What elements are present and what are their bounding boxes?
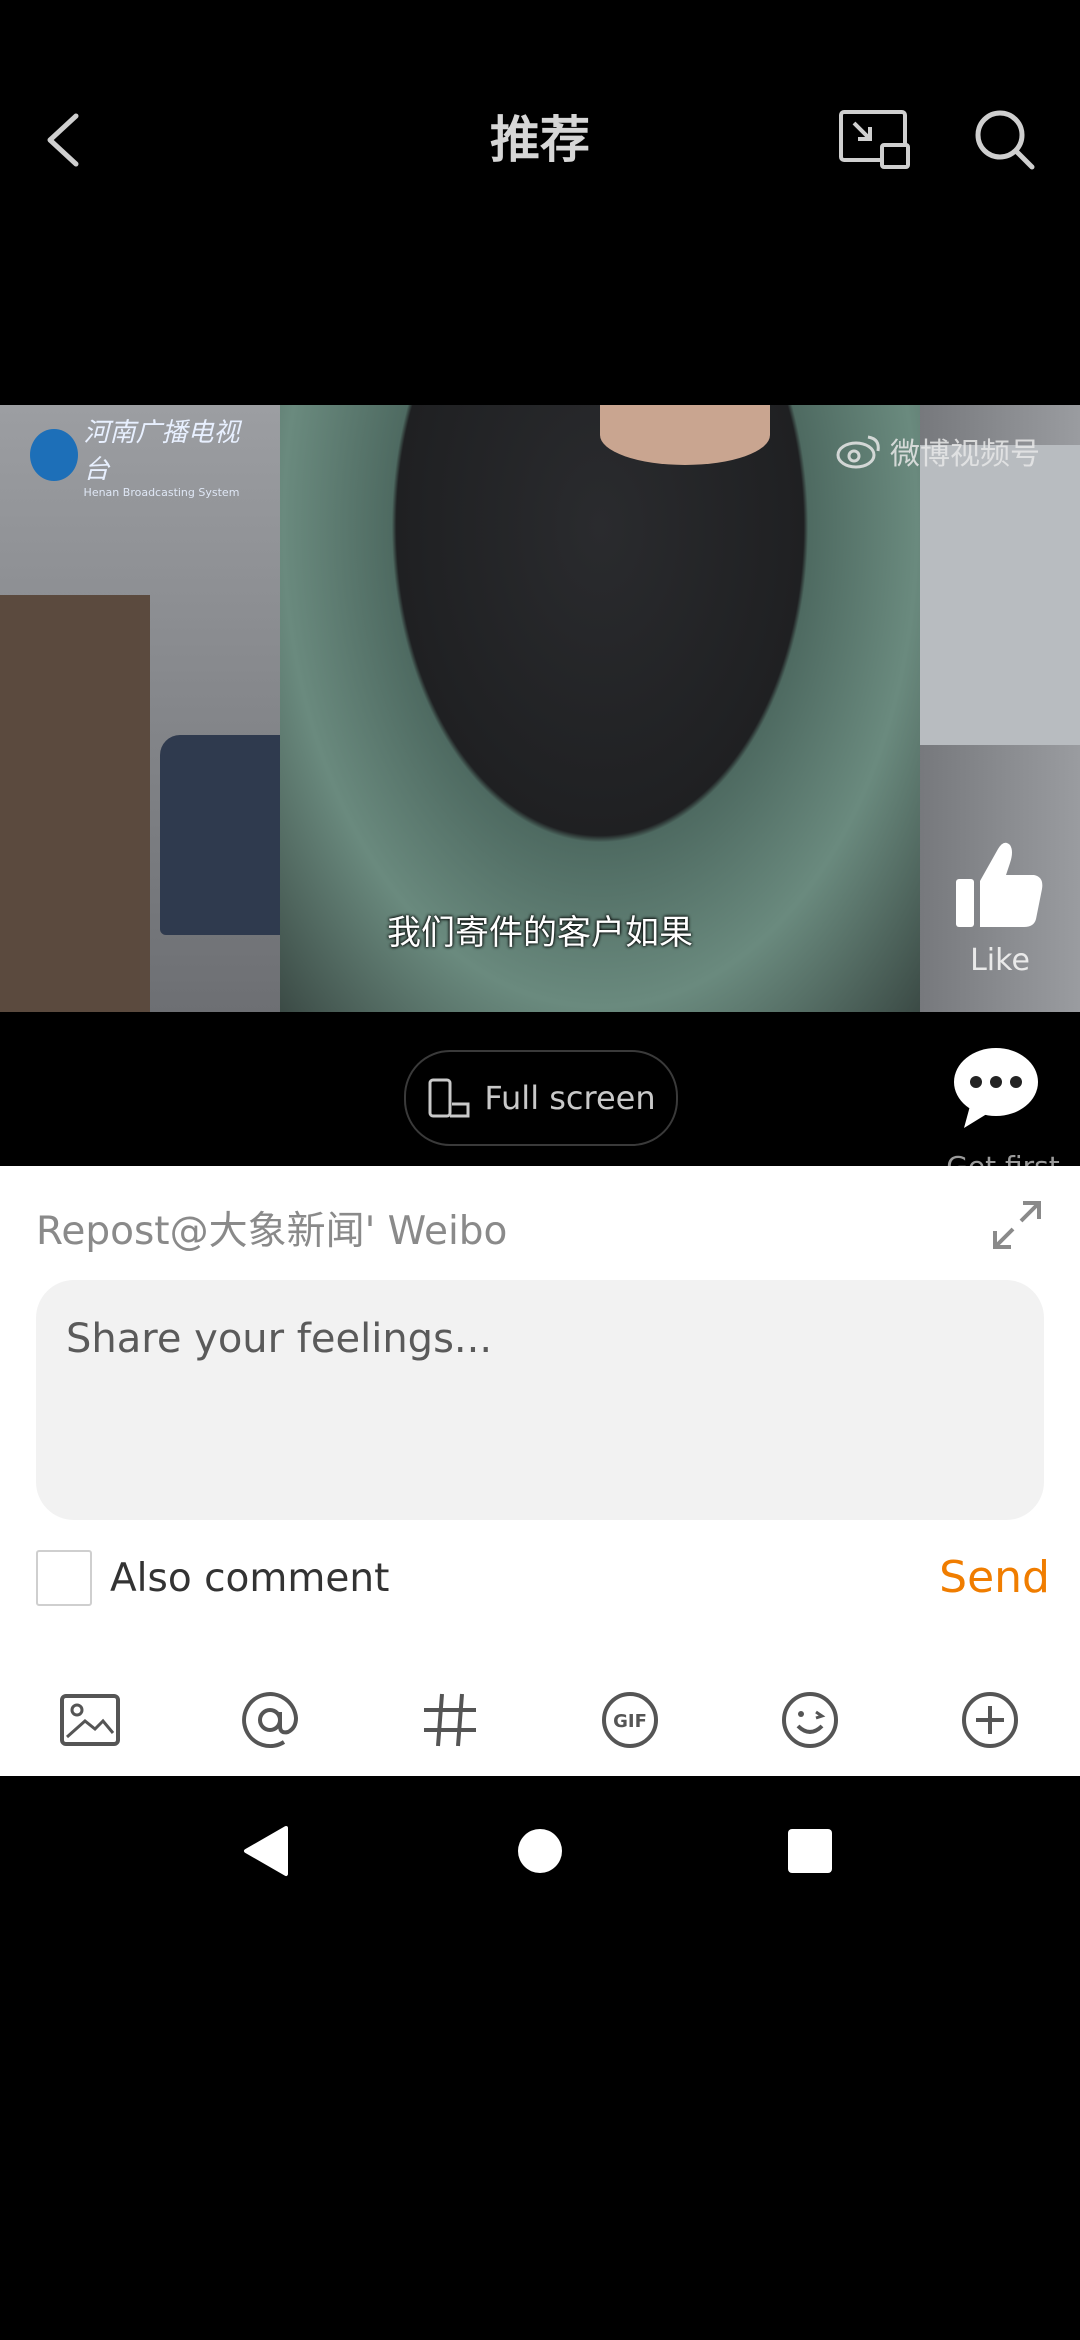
more-button[interactable]	[950, 1680, 1030, 1760]
input-placeholder: Share your feelings...	[66, 1316, 493, 1362]
broadcaster-logo-cn: 河南广播电视台	[83, 417, 240, 485]
search-button[interactable]	[965, 100, 1045, 180]
square-recents-icon	[788, 1829, 832, 1873]
get-first-label: Get first	[938, 1150, 1068, 1166]
picture-in-picture-icon	[839, 110, 910, 169]
insert-image-button[interactable]	[50, 1680, 130, 1760]
triangle-back-icon	[244, 1826, 288, 1876]
also-comment-checkbox[interactable]	[36, 1550, 92, 1606]
like-label: Like	[970, 943, 1030, 978]
circle-home-icon	[518, 1829, 562, 1873]
emoji-icon	[782, 1692, 838, 1748]
top-bar: 推荐	[0, 0, 1080, 280]
broadcaster-logo: 河南广播电视台 Henan Broadcasting System	[30, 418, 250, 499]
gif-button[interactable]: GIF	[590, 1680, 670, 1760]
broadcaster-logo-en: Henan Broadcasting System	[83, 485, 240, 499]
nav-recents-button[interactable]	[775, 1816, 845, 1886]
weibo-watermark-text: 微博视频号	[890, 437, 1040, 472]
repost-title: Repost@大象新闻' Weibo	[36, 1209, 508, 1254]
compose-toolbar: GIF	[0, 1674, 1080, 1770]
video-subtitle: 我们寄件的客户如果	[387, 913, 693, 953]
emoji-button[interactable]	[770, 1680, 850, 1760]
gif-icon: GIF	[602, 1692, 658, 1748]
image-icon	[60, 1694, 120, 1746]
topic-button[interactable]	[410, 1680, 490, 1760]
system-nav-bar	[0, 1776, 1080, 1916]
expand-icon	[993, 1201, 1041, 1249]
expand-button[interactable]	[985, 1193, 1049, 1257]
speech-bubble-icon	[954, 1048, 1038, 1128]
send-button[interactable]: Send	[900, 1552, 1050, 1603]
repost-text-input[interactable]: Share your feelings...	[36, 1280, 1044, 1520]
picture-in-picture-button[interactable]	[830, 100, 920, 180]
nav-home-button[interactable]	[505, 1816, 575, 1886]
video-face	[600, 405, 770, 465]
nav-back-button[interactable]	[230, 1816, 300, 1886]
like-button[interactable]: Like	[945, 825, 1055, 995]
at-icon	[242, 1692, 299, 1748]
comment-button[interactable]	[950, 1044, 1042, 1130]
broadcaster-logo-icon	[30, 429, 78, 481]
repost-sheet: Repost@大象新闻' Weibo Share your feelings..…	[0, 1166, 1080, 1776]
mention-button[interactable]	[230, 1680, 310, 1760]
video-player[interactable]: 河南广播电视台 Henan Broadcasting System 微博视频号 …	[0, 405, 1080, 1012]
plus-icon	[962, 1692, 1018, 1748]
fullscreen-button[interactable]: Full screen	[404, 1050, 678, 1146]
rotate-phone-icon	[428, 1078, 470, 1118]
thumbs-up-icon	[956, 842, 1043, 927]
weibo-icon	[836, 435, 880, 469]
hashtag-icon	[424, 1693, 476, 1747]
video-background-right	[920, 445, 1080, 745]
search-icon	[975, 110, 1035, 170]
svg-text:GIF: GIF	[613, 1711, 647, 1732]
fullscreen-label: Full screen	[484, 1079, 656, 1117]
also-comment-label[interactable]: Also comment	[110, 1556, 389, 1601]
weibo-video-watermark: 微博视频号	[836, 429, 1040, 473]
